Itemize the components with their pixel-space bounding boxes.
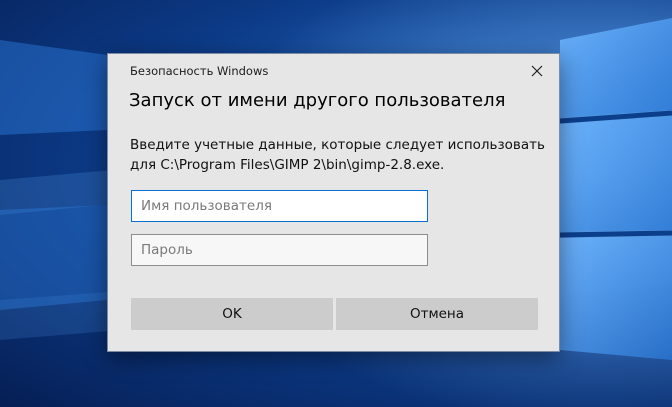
cancel-button[interactable]: Отмена xyxy=(336,298,538,330)
run-as-dialog: Безопасность Windows Запуск от имени дру… xyxy=(107,53,560,352)
instructions-text: Введите учетные данные, которые следует … xyxy=(130,135,550,175)
close-button[interactable] xyxy=(523,59,551,83)
dialog-title: Запуск от имени другого пользователя xyxy=(129,90,506,111)
password-input[interactable] xyxy=(131,234,428,266)
instruction-line-2: для C:\Program Files\GIMP 2\bin\gimp-2.8… xyxy=(130,157,445,173)
close-icon xyxy=(531,65,543,77)
ok-button[interactable]: OK xyxy=(131,298,333,330)
username-input[interactable] xyxy=(131,190,428,222)
dialog-caption: Безопасность Windows xyxy=(130,64,269,78)
instruction-line-1: Введите учетные данные, которые следует … xyxy=(130,137,545,153)
